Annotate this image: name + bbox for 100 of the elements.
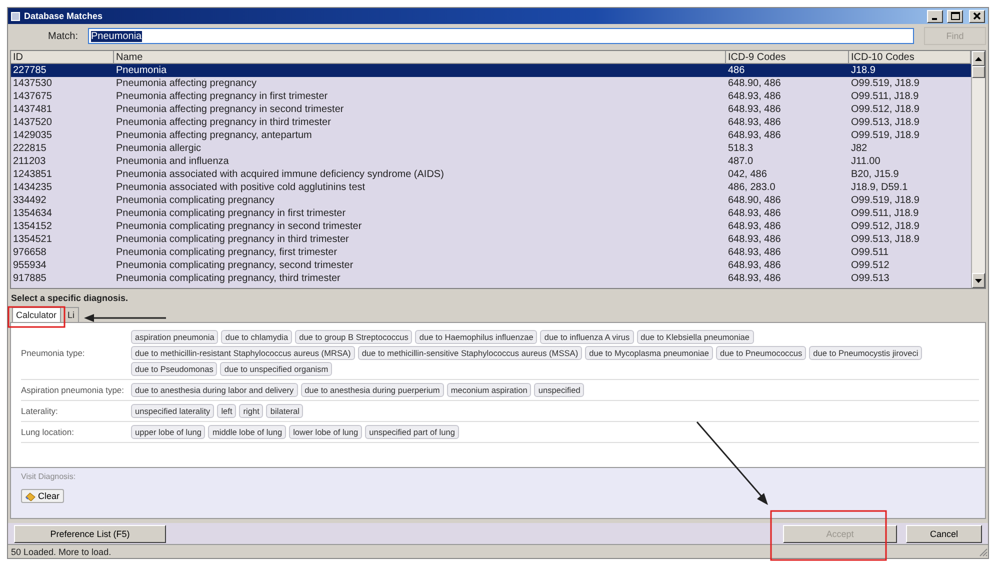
table-cell[interactable]: Pneumonia complicating pregnancy, second trimester [114,259,726,272]
minimize-button[interactable] [927,10,943,22]
table-cell[interactable]: 648.93, 486 [726,259,849,272]
tab[interactable]: Li [64,307,79,322]
table-cell[interactable]: Pneumonia [114,64,726,77]
table-cell[interactable]: O99.512, J18.9 [849,220,971,233]
table-cell[interactable]: 1354634 [11,207,114,220]
option-chip[interactable]: due to anesthesia during puerperium [300,383,444,397]
option-chip[interactable]: due to methicillin-sensitive Staphylococcus aureus (MSSA) [358,346,582,360]
scroll-up-icon[interactable] [972,51,985,66]
table-cell[interactable]: O99.519, J18.9 [849,194,971,207]
table-cell[interactable]: Pneumonia complicating pregnancy [114,194,726,207]
table-cell[interactable]: Pneumonia complicating pregnancy, third trimester [114,272,726,285]
option-chip[interactable]: due to chlamydia [221,330,292,344]
option-chip[interactable]: right [239,404,264,418]
table-cell[interactable]: 042, 486 [726,168,849,181]
table-cell[interactable]: Pneumonia affecting pregnancy in second trimester [114,103,726,116]
table-cell[interactable]: B20, J15.9 [849,168,971,181]
option-chip[interactable]: due to Pneumococcus [716,346,806,360]
match-field[interactable]: Pneumonia [88,28,914,44]
table-cell[interactable]: 648.93, 486 [726,272,849,285]
table-cell[interactable]: J11.00 [849,155,971,168]
table-cell[interactable]: 648.90, 486 [726,77,849,90]
table-cell[interactable]: 648.93, 486 [726,246,849,259]
dialog-button[interactable]: Preference List (F5) [14,524,166,542]
option-chip[interactable]: lower lobe of lung [289,425,362,439]
table-cell[interactable]: 648.93, 486 [726,103,849,116]
option-chip[interactable]: due to Klebsiella pneumoniae [636,330,754,344]
table-cell[interactable]: 486, 283.0 [726,181,849,194]
table-cell[interactable]: Pneumonia affecting pregnancy [114,77,726,90]
table-cell[interactable]: J82 [849,142,971,155]
table-cell[interactable]: 1354152 [11,220,114,233]
table-cell[interactable]: 955934 [11,259,114,272]
option-chip[interactable]: due to group B Streptococcus [295,330,412,344]
option-chip[interactable]: due to Mycoplasma pneumoniae [585,346,714,360]
table-cell[interactable]: Pneumonia complicating pregnancy, first trimester [114,246,726,259]
table-cell[interactable]: Pneumonia allergic [114,142,726,155]
option-chip[interactable]: upper lobe of lung [131,425,206,439]
column-header[interactable]: Name [114,51,726,64]
table-cell[interactable]: O99.519, J18.9 [849,129,971,142]
clear-button[interactable]: Clear [21,489,64,503]
table-cell[interactable]: 518.3 [726,142,849,155]
table-cell[interactable]: Pneumonia affecting pregnancy in first trimester [114,90,726,103]
table-cell[interactable]: Pneumonia affecting pregnancy in third trimester [114,116,726,129]
table-cell[interactable]: O99.512 [849,259,971,272]
tab[interactable]: Calculator [12,307,61,322]
table-cell[interactable]: 648.93, 486 [726,233,849,246]
dialog-button[interactable]: Cancel [906,524,982,542]
option-chip[interactable]: due to Pneumocystis jiroveci [809,346,922,360]
scrollbar[interactable] [971,51,985,288]
option-chip[interactable]: due to Haemophilus influenzae [415,330,538,344]
table-cell[interactable]: Pneumonia associated with acquired immune deficiency syndrome (AIDS) [114,168,726,181]
table-cell[interactable]: 976658 [11,246,114,259]
column-header[interactable]: ICD-10 Codes [849,51,971,64]
table-cell[interactable]: J18.9 [849,64,971,77]
table-cell[interactable]: O99.513, J18.9 [849,116,971,129]
column-header[interactable]: ICD-9 Codes [726,51,849,64]
table-cell[interactable]: 648.90, 486 [726,194,849,207]
table-cell[interactable]: O99.512, J18.9 [849,103,971,116]
option-chip[interactable]: middle lobe of lung [208,425,286,439]
table-cell[interactable]: O99.513 [849,272,971,285]
option-chip[interactable]: due to unspecified organism [220,362,332,376]
table-cell[interactable]: 1429035 [11,129,114,142]
option-chip[interactable]: left [217,404,236,418]
maximize-button[interactable] [947,10,963,22]
table-cell[interactable]: O99.511, J18.9 [849,90,971,103]
table-cell[interactable]: 1437520 [11,116,114,129]
table-cell[interactable]: 1434235 [11,181,114,194]
table-cell[interactable]: 1354521 [11,233,114,246]
table-cell[interactable]: Pneumonia complicating pregnancy in second trimester [114,220,726,233]
close-button[interactable] [969,10,985,22]
option-chip[interactable]: aspiration pneumonia [131,330,218,344]
table-cell[interactable]: 648.93, 486 [726,116,849,129]
table-cell[interactable]: 1243851 [11,168,114,181]
option-chip[interactable]: meconium aspiration [446,383,532,397]
option-chip[interactable]: due to Pseudomonas [131,362,218,376]
option-chip[interactable]: due to methicillin-resistant Staphylococcus aureus (MRSA) [131,346,355,360]
table-cell[interactable]: 917885 [11,272,114,285]
table-cell[interactable]: 227785 [11,64,114,77]
option-chip[interactable]: due to anesthesia during labor and delivery [131,383,298,397]
table-cell[interactable]: 1437530 [11,77,114,90]
table-cell[interactable]: Pneumonia affecting pregnancy, antepartum [114,129,726,142]
table-cell[interactable]: Pneumonia complicating pregnancy in third trimester [114,233,726,246]
table-cell[interactable]: 648.93, 486 [726,207,849,220]
table-cell[interactable]: 222815 [11,142,114,155]
table-cell[interactable]: 648.93, 486 [726,129,849,142]
table-cell[interactable]: 1437675 [11,90,114,103]
table-cell[interactable]: J18.9, D59.1 [849,181,971,194]
table-cell[interactable]: Pneumonia and influenza [114,155,726,168]
table-cell[interactable]: Pneumonia complicating pregnancy in first trimester [114,207,726,220]
table-cell[interactable]: 487.0 [726,155,849,168]
option-chip[interactable]: unspecified laterality [131,404,214,418]
table-cell[interactable]: 334492 [11,194,114,207]
option-chip[interactable]: bilateral [266,404,304,418]
table-cell[interactable]: 486 [726,64,849,77]
table-cell[interactable]: Pneumonia associated with positive cold agglutinins test [114,181,726,194]
table-cell[interactable]: 648.93, 486 [726,90,849,103]
table-cell[interactable]: O99.513, J18.9 [849,233,971,246]
option-chip[interactable]: due to influenza A virus [540,330,634,344]
table-cell[interactable]: 1437481 [11,103,114,116]
